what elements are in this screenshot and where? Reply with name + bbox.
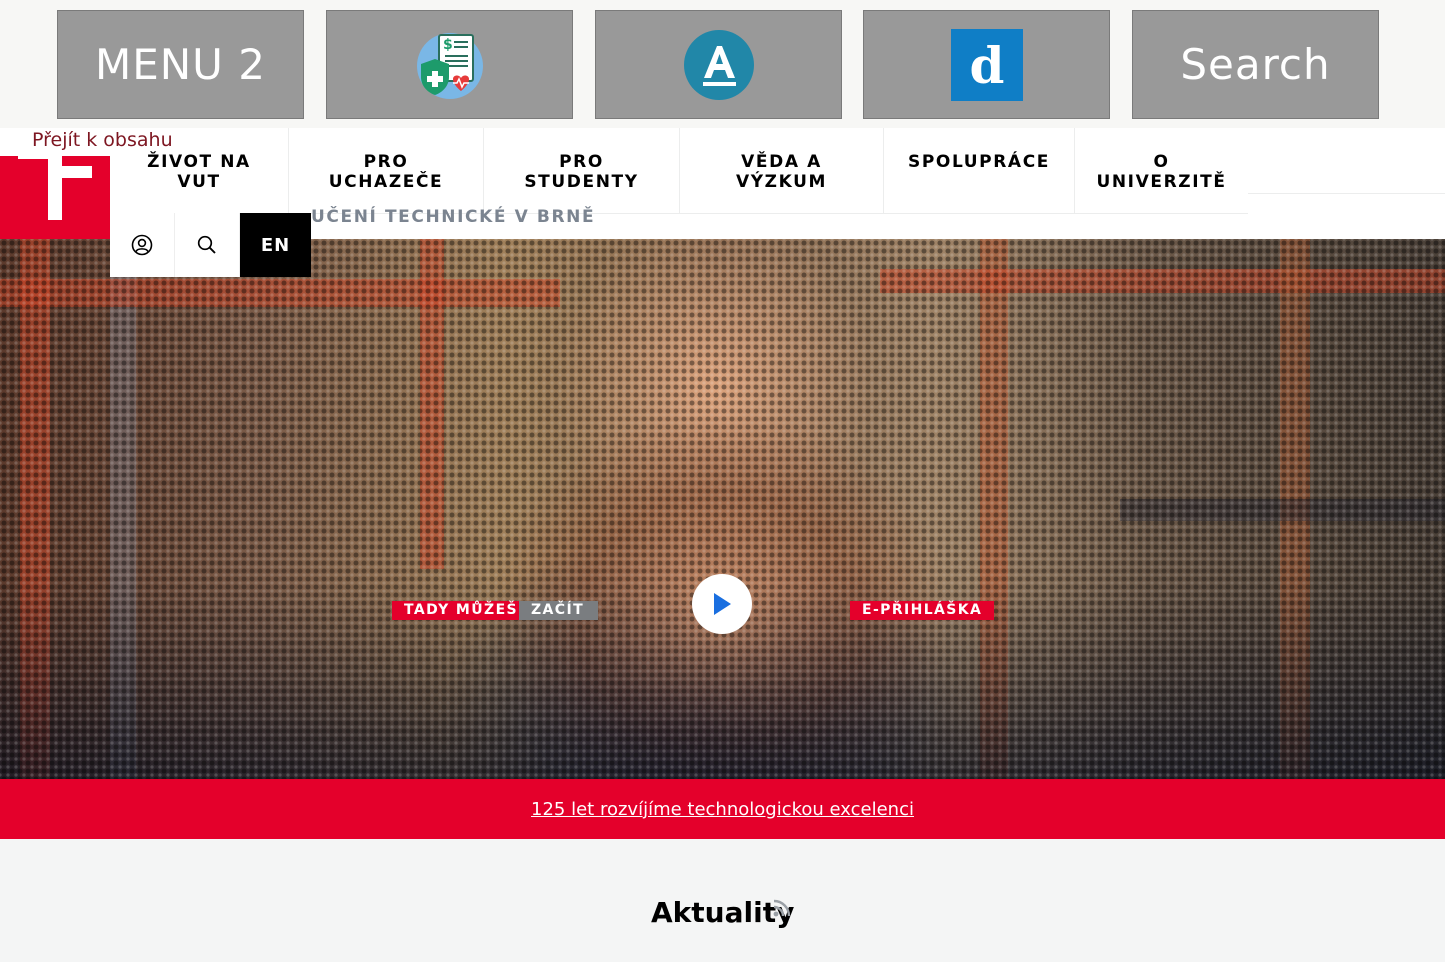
main-navigation: Život na VUT Pro uchazeče Pro studenty V… <box>110 128 1248 214</box>
vut-logo[interactable] <box>0 156 110 239</box>
nav-item-students[interactable]: Pro studenty <box>484 128 680 214</box>
svg-text:d: d <box>969 36 1004 95</box>
hero-tagline-end: ZAČÍT <box>519 601 599 620</box>
user-icon <box>131 234 153 256</box>
nav-item-label: Věda a výzkum <box>736 152 827 192</box>
letter-d-icon: d <box>950 28 1023 101</box>
apollo-tile[interactable] <box>595 10 842 119</box>
hero-halftone-light <box>0 239 1445 779</box>
header-tools: EN <box>110 213 311 277</box>
hero-video: TADY MŮŽEŠ ZAČÍT E-PŘIHLÁŠKA <box>0 239 1445 779</box>
language-switch-button[interactable]: EN <box>240 213 311 277</box>
user-account-button[interactable] <box>110 213 175 277</box>
e-application-link[interactable]: E-PŘIHLÁŠKA <box>850 601 995 620</box>
nav-divider <box>1248 193 1445 194</box>
nav-item-research[interactable]: Věda a výzkum <box>680 128 884 214</box>
hero-tagline-start: TADY MŮŽEŠ <box>392 601 531 620</box>
search-tile[interactable]: Search <box>1132 10 1379 119</box>
svg-text:$: $ <box>443 37 453 53</box>
anniversary-banner: 125 let rozvíjíme technologickou excelen… <box>0 779 1445 839</box>
logo-mark-arm <box>48 166 92 178</box>
health-insurance-icon: $ <box>416 32 483 99</box>
nav-item-label: Život na VUT <box>147 152 251 192</box>
nav-item-cooperation[interactable]: Spolupráce <box>884 128 1075 214</box>
menu-tile[interactable]: MENU 2 <box>57 10 304 119</box>
nav-item-label: O univerzitě <box>1096 152 1227 192</box>
nav-item-label: Spolupráce <box>908 152 1050 172</box>
play-video-button[interactable] <box>692 574 752 634</box>
nav-item-label: Pro uchazeče <box>328 152 444 192</box>
nav-item-applicants[interactable]: Pro uchazeče <box>289 128 484 214</box>
nav-item-label: Pro studenty <box>524 152 639 192</box>
university-subtitle: UČENÍ TECHNICKÉ V BRNĚ <box>311 207 596 227</box>
menu-tile-label: MENU 2 <box>94 40 266 89</box>
search-tile-label: Search <box>1180 40 1331 89</box>
news-section: Aktuality <box>0 839 1445 962</box>
search-icon <box>197 235 216 254</box>
skip-to-content-link[interactable]: Přejít k obsahu <box>32 129 173 151</box>
rss-icon[interactable] <box>772 898 792 918</box>
search-button[interactable] <box>175 213 240 277</box>
logo-mark-notch <box>18 156 48 159</box>
nav-item-about[interactable]: O univerzitě <box>1075 128 1248 214</box>
letter-a-icon <box>683 29 754 100</box>
quick-tiles-bar: MENU 2 $ d Search <box>0 0 1445 128</box>
anniversary-link[interactable]: 125 let rozvíjíme technologickou excelen… <box>531 799 914 820</box>
denik-tile[interactable]: d <box>863 10 1110 119</box>
play-icon <box>714 593 731 615</box>
health-insurance-tile[interactable]: $ <box>326 10 573 119</box>
